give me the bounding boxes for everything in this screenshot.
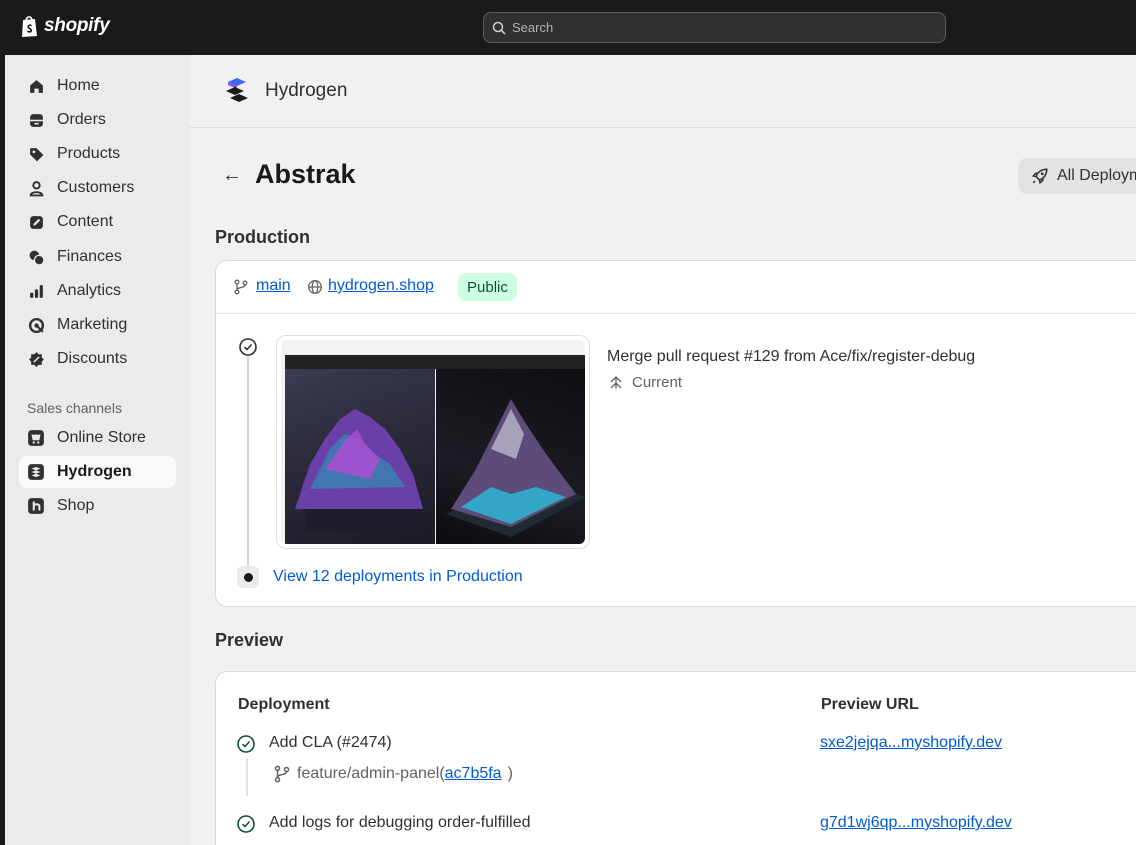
search-icon	[492, 21, 506, 35]
branch-name: feature/admin-panel	[297, 765, 440, 782]
marketing-icon	[27, 316, 45, 334]
branch-icon	[274, 765, 290, 783]
sidebar-item-label: Home	[57, 77, 100, 94]
page-title: Abstrak	[255, 159, 356, 189]
main-content: Hydrogen ← Abstrak All Deploym Productio…	[190, 55, 1136, 845]
commit-hash-link[interactable]: ac7b5fa	[445, 765, 502, 783]
shop-icon	[27, 497, 45, 515]
tag-icon	[27, 145, 45, 163]
check-circle-icon	[239, 338, 257, 356]
deployment-title: Add CLA (#2474)	[269, 734, 392, 751]
sidebar-item-label: Hydrogen	[57, 463, 132, 480]
sidebar-item-home[interactable]: Home	[19, 70, 176, 102]
timeline-dot	[237, 566, 259, 588]
sidebar-item-label: Online Store	[57, 429, 146, 446]
top-bar: shopify Search	[0, 0, 1136, 55]
sidebar-item-customers[interactable]: Customers	[19, 172, 176, 204]
sidebar-item-orders[interactable]: Orders	[19, 104, 176, 136]
sidebar-item-label: Analytics	[57, 282, 122, 299]
sidebar-item-label: Content	[57, 213, 114, 230]
hydrogen-logo-icon	[222, 76, 252, 111]
sidebar-item-label: Customers	[57, 179, 135, 196]
hydrogen-icon	[27, 463, 45, 481]
app-header: Hydrogen	[190, 55, 1136, 128]
deployment-preview-thumbnail[interactable]	[276, 335, 590, 549]
sidebar-item-label: Products	[57, 145, 121, 162]
sidebar-item-hydrogen[interactable]: Hydrogen	[19, 456, 176, 488]
preview-screenshot	[281, 340, 585, 544]
shopify-bag-icon	[22, 16, 37, 37]
domain-link[interactable]: hydrogen.shop	[328, 277, 434, 295]
search-placeholder: Search	[512, 20, 554, 35]
success-check-icon	[237, 815, 255, 833]
sidebar-item-analytics[interactable]: Analytics	[19, 275, 176, 307]
deployment-branch: feature/admin-panel(ac7b5fa)	[273, 765, 513, 783]
commit-message: Merge pull request #129 from Ace/fix/reg…	[607, 348, 976, 365]
sales-channels-heading: Sales channels	[27, 400, 122, 416]
deployment-status: Current	[632, 374, 683, 391]
sidebar-item-discounts[interactable]: Discounts	[19, 343, 176, 375]
finances-icon	[27, 248, 45, 266]
status-badge: Public	[458, 273, 517, 301]
sidebar-item-label: Finances	[57, 248, 122, 265]
timeline-line	[247, 356, 249, 574]
preview-heading: Preview	[215, 630, 284, 650]
analytics-icon	[27, 282, 45, 300]
column-header-deployment: Deployment	[238, 696, 330, 713]
globe-icon	[308, 280, 322, 294]
branch-link[interactable]: main	[256, 277, 291, 295]
preview-artwork-right	[436, 369, 585, 544]
discount-icon	[27, 350, 45, 368]
preview-card: Deployment Preview URL Add CLA (#2474) f…	[215, 671, 1136, 845]
preview-navbar	[285, 355, 585, 369]
sidebar-item-label: Marketing	[57, 316, 128, 333]
sidebar-item-label: Shop	[57, 497, 95, 514]
store-icon	[27, 429, 45, 447]
row-connector-line	[246, 758, 248, 796]
home-icon	[27, 77, 45, 95]
person-icon	[27, 179, 45, 197]
back-arrow-icon[interactable]: ←	[220, 163, 244, 187]
sidebar-item-label: Discounts	[57, 350, 128, 367]
sidebar-item-shop[interactable]: Shop	[19, 490, 176, 522]
production-card: main hydrogen.shop Public Merge pull req…	[215, 260, 1136, 607]
deployment-title: Add logs for debugging order-fulfilled	[269, 814, 531, 831]
all-deployments-button[interactable]: All Deploym	[1018, 158, 1136, 194]
shopify-logo[interactable]: shopify	[20, 14, 110, 38]
sidebar: Home Orders Products Customers Content F…	[5, 55, 190, 845]
preview-artwork-left	[285, 369, 435, 544]
sidebar-item-finances[interactable]: Finances	[19, 241, 176, 273]
content-icon	[27, 213, 45, 231]
production-heading: Production	[215, 227, 310, 247]
sidebar-item-content[interactable]: Content	[19, 206, 176, 238]
success-check-icon	[237, 735, 255, 753]
preview-url-link[interactable]: sxe2jejqa...myshopify.dev	[820, 734, 1002, 752]
search-input[interactable]: Search	[483, 12, 946, 43]
view-deployments-link[interactable]: View 12 deployments in Production	[273, 568, 523, 586]
orders-icon	[27, 111, 45, 129]
rocket-icon	[1031, 168, 1048, 185]
production-meta-row: main hydrogen.shop Public	[216, 261, 1136, 314]
all-deployments-label: All Deploym	[1057, 167, 1136, 184]
sidebar-item-label: Orders	[57, 111, 106, 128]
column-header-preview-url: Preview URL	[821, 696, 919, 713]
app-name: Hydrogen	[265, 80, 348, 101]
branch-icon	[234, 279, 248, 295]
sidebar-item-marketing[interactable]: Marketing	[19, 309, 176, 341]
preview-url-link[interactable]: g7d1wj6qp...myshopify.dev	[820, 814, 1012, 832]
sidebar-item-products[interactable]: Products	[19, 138, 176, 170]
deploy-current-icon	[610, 376, 622, 389]
sidebar-item-online-store[interactable]: Online Store	[19, 422, 176, 454]
shopify-wordmark: shopify	[44, 15, 110, 36]
